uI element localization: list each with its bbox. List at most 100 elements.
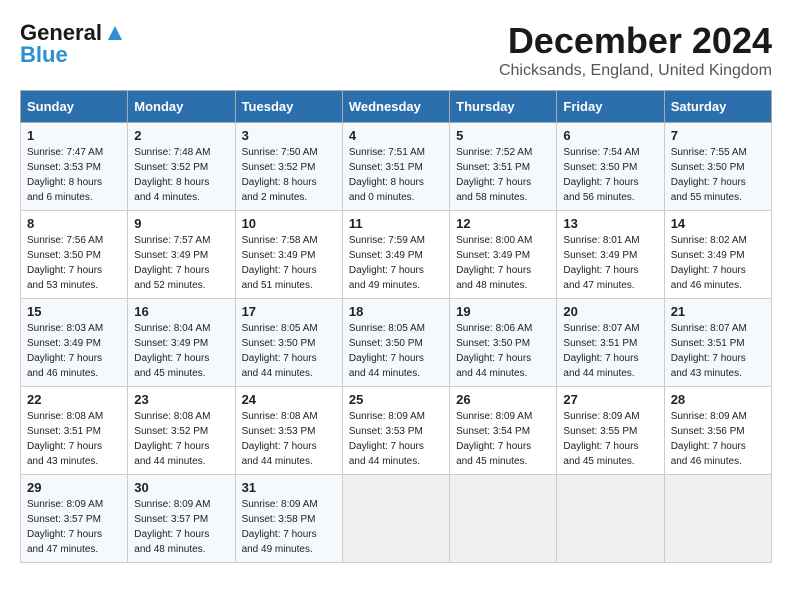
calendar-cell: 11 Sunrise: 7:59 AMSunset: 3:49 PMDayligh… [342,211,449,299]
day-number: 5 [456,128,550,143]
calendar-cell: 3 Sunrise: 7:50 AMSunset: 3:52 PMDaylight… [235,123,342,211]
day-info: Sunrise: 8:00 AMSunset: 3:49 PMDaylight:… [456,235,532,291]
day-number: 8 [27,216,121,231]
day-number: 25 [349,392,443,407]
logo-text-blue: Blue [20,42,68,68]
day-info: Sunrise: 8:02 AMSunset: 3:49 PMDaylight:… [671,235,747,291]
day-number: 11 [349,216,443,231]
day-info: Sunrise: 7:54 AMSunset: 3:50 PMDaylight:… [563,147,639,203]
day-info: Sunrise: 8:09 AMSunset: 3:57 PMDaylight:… [27,499,103,555]
calendar-cell: 20 Sunrise: 8:07 AMSunset: 3:51 PMDayligh… [557,299,664,387]
day-info: Sunrise: 8:08 AMSunset: 3:51 PMDaylight:… [27,411,103,467]
calendar-cell: 25Sunrise: 8:09 AMSunset: 3:53 PMDayligh… [342,387,449,475]
day-info: Sunrise: 7:50 AMSunset: 3:52 PMDaylight:… [242,147,318,203]
day-info: Sunrise: 7:58 AMSunset: 3:49 PMDaylight:… [242,235,318,291]
calendar-week-4: 22 Sunrise: 8:08 AMSunset: 3:51 PMDayligh… [21,387,772,475]
day-number: 15 [27,304,121,319]
day-number: 23 [134,392,228,407]
day-info: Sunrise: 8:06 AMSunset: 3:50 PMDaylight:… [456,323,532,379]
day-info: Sunrise: 7:59 AMSunset: 3:49 PMDaylight:… [349,235,425,291]
day-number: 10 [242,216,336,231]
day-info: Sunrise: 8:08 AMSunset: 3:52 PMDaylight:… [134,411,210,467]
calendar-cell [664,475,771,563]
day-info: Sunrise: 7:47 AMSunset: 3:53 PMDaylight:… [27,147,103,203]
day-info: Sunrise: 8:09 AMSunset: 3:58 PMDaylight:… [242,499,318,555]
day-info: Sunrise: 8:09 AMSunset: 3:56 PMDaylight:… [671,411,747,467]
day-info: Sunrise: 8:07 AMSunset: 3:51 PMDaylight:… [671,323,747,379]
calendar-header-saturday: Saturday [664,91,771,123]
day-number: 26 [456,392,550,407]
calendar-week-2: 8 Sunrise: 7:56 AMSunset: 3:50 PMDaylight… [21,211,772,299]
header: General Blue December 2024 Chicksands, E… [20,20,772,80]
calendar-header-monday: Monday [128,91,235,123]
calendar-cell: 5 Sunrise: 7:52 AMSunset: 3:51 PMDaylight… [450,123,557,211]
day-number: 28 [671,392,765,407]
day-number: 24 [242,392,336,407]
calendar-cell: 22 Sunrise: 8:08 AMSunset: 3:51 PMDayligh… [21,387,128,475]
calendar-cell: 15Sunrise: 8:03 AMSunset: 3:49 PMDayligh… [21,299,128,387]
calendar-cell: 10 Sunrise: 7:58 AMSunset: 3:49 PMDayligh… [235,211,342,299]
title-area: December 2024 Chicksands, England, Unite… [499,20,772,80]
calendar-cell: 30 Sunrise: 8:09 AMSunset: 3:57 PMDayligh… [128,475,235,563]
day-number: 16 [134,304,228,319]
day-number: 20 [563,304,657,319]
calendar-cell: 31 Sunrise: 8:09 AMSunset: 3:58 PMDayligh… [235,475,342,563]
calendar-header-friday: Friday [557,91,664,123]
calendar-cell: 8 Sunrise: 7:56 AMSunset: 3:50 PMDaylight… [21,211,128,299]
day-info: Sunrise: 8:01 AMSunset: 3:49 PMDaylight:… [563,235,639,291]
day-info: Sunrise: 7:52 AMSunset: 3:51 PMDaylight:… [456,147,532,203]
day-number: 13 [563,216,657,231]
calendar-cell: 1Sunrise: 7:47 AMSunset: 3:53 PMDaylight… [21,123,128,211]
calendar-table: SundayMondayTuesdayWednesdayThursdayFrid… [20,90,772,563]
day-number: 4 [349,128,443,143]
day-info: Sunrise: 8:09 AMSunset: 3:57 PMDaylight:… [134,499,210,555]
location-subtitle: Chicksands, England, United Kingdom [499,62,772,80]
calendar-header-thursday: Thursday [450,91,557,123]
calendar-body: 1Sunrise: 7:47 AMSunset: 3:53 PMDaylight… [21,123,772,563]
day-number: 9 [134,216,228,231]
day-info: Sunrise: 8:07 AMSunset: 3:51 PMDaylight:… [563,323,639,379]
day-info: Sunrise: 8:09 AMSunset: 3:54 PMDaylight:… [456,411,532,467]
calendar-cell: 18Sunrise: 8:05 AMSunset: 3:50 PMDayligh… [342,299,449,387]
day-number: 3 [242,128,336,143]
calendar-cell: 19 Sunrise: 8:06 AMSunset: 3:50 PMDayligh… [450,299,557,387]
calendar-cell [557,475,664,563]
calendar-cell: 13 Sunrise: 8:01 AMSunset: 3:49 PMDayligh… [557,211,664,299]
day-info: Sunrise: 7:57 AMSunset: 3:49 PMDaylight:… [134,235,210,291]
calendar-cell: 6Sunrise: 7:54 AMSunset: 3:50 PMDaylight… [557,123,664,211]
day-number: 22 [27,392,121,407]
calendar-header-row: SundayMondayTuesdayWednesdayThursdayFrid… [21,91,772,123]
calendar-cell [342,475,449,563]
logo-triangle-icon [104,22,126,44]
day-info: Sunrise: 7:55 AMSunset: 3:50 PMDaylight:… [671,147,747,203]
calendar-cell [450,475,557,563]
calendar-header-wednesday: Wednesday [342,91,449,123]
calendar-cell: 16 Sunrise: 8:04 AMSunset: 3:49 PMDayligh… [128,299,235,387]
day-number: 29 [27,480,121,495]
day-number: 12 [456,216,550,231]
day-info: Sunrise: 8:08 AMSunset: 3:53 PMDaylight:… [242,411,318,467]
calendar-cell: 28 Sunrise: 8:09 AMSunset: 3:56 PMDayligh… [664,387,771,475]
day-number: 30 [134,480,228,495]
day-info: Sunrise: 7:56 AMSunset: 3:50 PMDaylight:… [27,235,103,291]
calendar-week-1: 1Sunrise: 7:47 AMSunset: 3:53 PMDaylight… [21,123,772,211]
day-number: 14 [671,216,765,231]
day-number: 19 [456,304,550,319]
calendar-cell: 27Sunrise: 8:09 AMSunset: 3:55 PMDayligh… [557,387,664,475]
calendar-cell: 9 Sunrise: 7:57 AMSunset: 3:49 PMDaylight… [128,211,235,299]
calendar-cell: 23 Sunrise: 8:08 AMSunset: 3:52 PMDayligh… [128,387,235,475]
calendar-header-tuesday: Tuesday [235,91,342,123]
day-number: 27 [563,392,657,407]
calendar-cell: 12 Sunrise: 8:00 AMSunset: 3:49 PMDayligh… [450,211,557,299]
day-number: 7 [671,128,765,143]
month-title: December 2024 [499,20,772,62]
calendar-cell: 29 Sunrise: 8:09 AMSunset: 3:57 PMDayligh… [21,475,128,563]
day-number: 18 [349,304,443,319]
day-info: Sunrise: 8:04 AMSunset: 3:49 PMDaylight:… [134,323,210,379]
calendar-cell: 26 Sunrise: 8:09 AMSunset: 3:54 PMDayligh… [450,387,557,475]
day-number: 21 [671,304,765,319]
calendar-cell: 7 Sunrise: 7:55 AMSunset: 3:50 PMDaylight… [664,123,771,211]
day-info: Sunrise: 8:05 AMSunset: 3:50 PMDaylight:… [242,323,318,379]
day-number: 31 [242,480,336,495]
calendar-cell: 24 Sunrise: 8:08 AMSunset: 3:53 PMDayligh… [235,387,342,475]
